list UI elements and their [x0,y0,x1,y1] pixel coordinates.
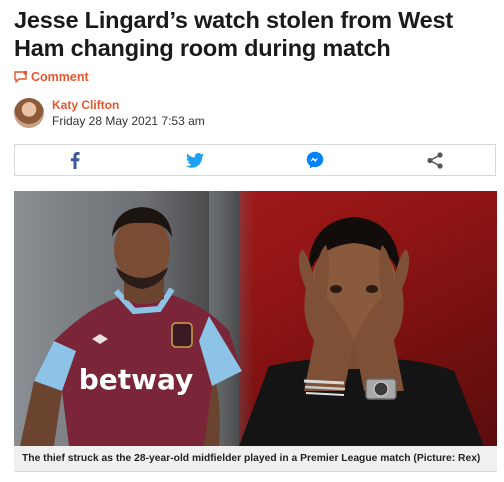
comment-label: Comment [31,70,89,84]
author-avatar[interactable] [14,98,44,128]
image-caption: The thief struck as the 28-year-old midf… [14,446,497,472]
author-name[interactable]: Katy Clifton [52,98,205,113]
facebook-icon [70,151,80,169]
article-hero-image: betway [14,191,497,446]
share-facebook-button[interactable] [15,145,135,175]
share-messenger-button[interactable] [255,145,375,175]
article-headline: Jesse Lingard’s watch stolen from West H… [14,7,454,61]
share-icon [427,151,443,169]
comment-icon [14,71,27,83]
share-generic-button[interactable] [375,145,495,175]
byline: Katy Clifton Friday 28 May 2021 7:53 am [14,96,205,130]
share-bar [14,144,496,176]
hero-photo: betway [14,191,497,446]
share-twitter-button[interactable] [135,145,255,175]
publish-date: Friday 28 May 2021 7:53 am [52,113,205,128]
shirt-sponsor-text: betway [79,363,194,396]
messenger-icon [306,151,324,169]
comment-link[interactable]: Comment [14,68,89,86]
twitter-icon [186,152,204,168]
